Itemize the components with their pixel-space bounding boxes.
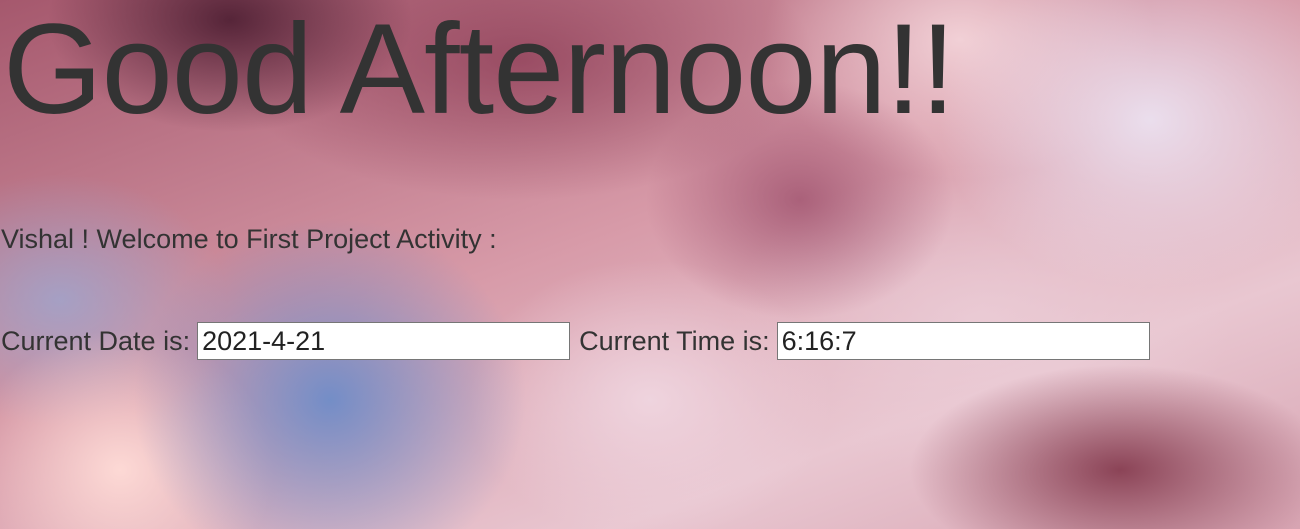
current-date-label: Current Date is:	[1, 325, 191, 356]
current-date-field[interactable]	[197, 322, 571, 360]
welcome-message: Vishal ! Welcome to First Project Activi…	[1, 224, 497, 254]
current-time-label: Current Time is:	[579, 325, 770, 356]
greeting-heading: Good Afternoon!!	[3, 0, 956, 141]
current-time-field[interactable]	[776, 322, 1150, 360]
date-time-row: Current Date is: Current Time is:	[1, 321, 1150, 361]
